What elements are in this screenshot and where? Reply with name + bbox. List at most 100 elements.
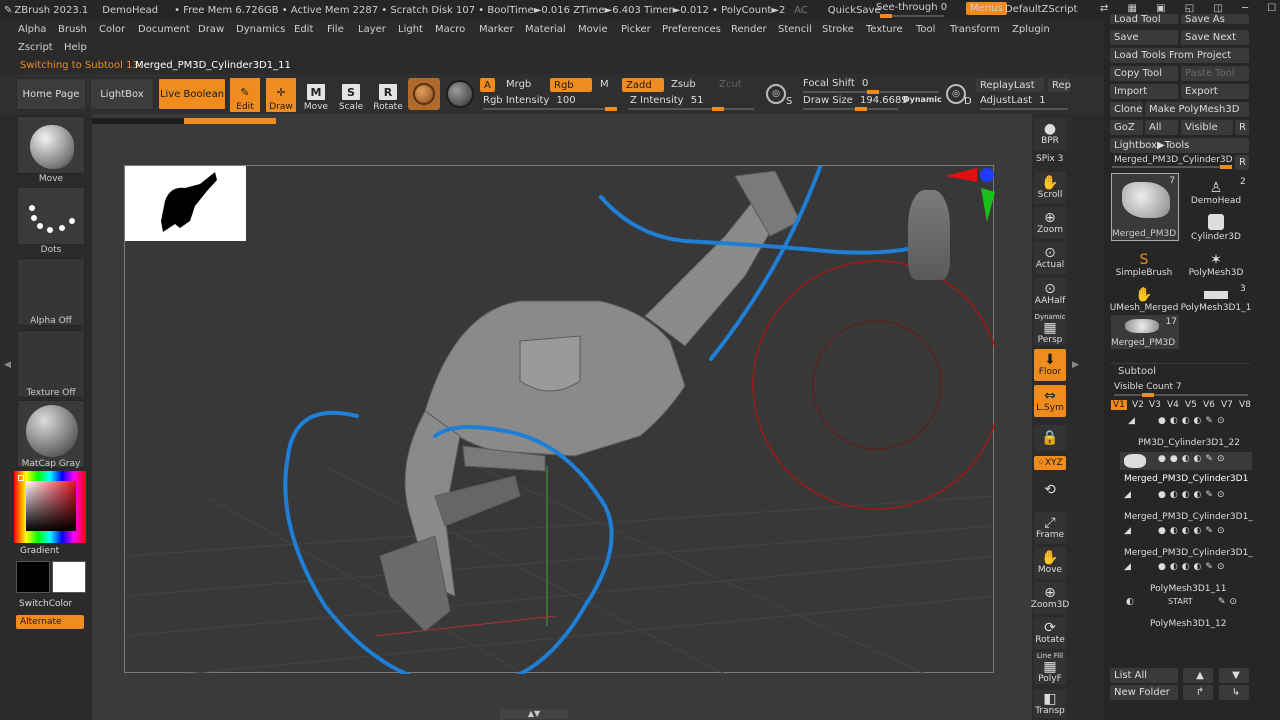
menu-zplugin[interactable]: Zplugin — [1012, 24, 1050, 35]
menu-file[interactable]: File — [327, 24, 344, 35]
live-boolean-button[interactable]: Live Boolean — [158, 78, 226, 110]
material-swatch-button[interactable] — [408, 78, 440, 110]
navigation-thumbnail[interactable] — [125, 166, 246, 241]
menu-macro[interactable]: Macro — [435, 24, 465, 35]
subtool-row[interactable]: ◢ ●◐◐◐✎⊙ PM3D_Cylinder3D1_22 — [1120, 416, 1252, 448]
polyf-button[interactable]: Line Fill ▦ PolyF — [1034, 652, 1066, 684]
secondary-color-swatch[interactable] — [52, 561, 86, 593]
adjust-last-slider[interactable] — [980, 108, 1068, 110]
menu-light[interactable]: Light — [398, 24, 423, 35]
scale-button[interactable]: S Scale — [336, 78, 366, 112]
quicksave-button[interactable]: QuickSave — [828, 5, 881, 16]
subtool-row[interactable]: ◢ ●◐◐◐✎⊙ Merged_PM3D_Cylinder3D1_ — [1120, 524, 1253, 558]
subtool-toggles-icon[interactable]: ●●◐◐✎⊙ — [1158, 454, 1229, 464]
version-v6-tab[interactable]: V6 — [1203, 400, 1215, 410]
visible-count-slider[interactable] — [1114, 393, 1248, 397]
a-button[interactable]: A — [480, 78, 495, 92]
tool-merged-17[interactable]: 17 Merged_PM3D — [1111, 315, 1179, 349]
floor-button[interactable]: ⬇ Floor — [1034, 349, 1066, 381]
home-page-button[interactable]: Home Page — [16, 78, 86, 110]
s-brush-icon[interactable]: ◎ — [766, 84, 786, 104]
tool-polymesh3d[interactable]: ✶ PolyMesh3D — [1182, 244, 1250, 278]
menu-edit[interactable]: Edit — [294, 24, 313, 35]
focal-shift-slider[interactable] — [803, 90, 939, 94]
rgb-intensity-label[interactable]: Rgb Intensity 100 — [483, 95, 576, 106]
subtool-header[interactable]: Subtool — [1110, 363, 1250, 379]
tool-simplebrush[interactable]: S SimpleBrush — [1110, 244, 1178, 278]
version-v1-tab[interactable]: V1 — [1111, 400, 1127, 410]
version-v5-tab[interactable]: V5 — [1185, 400, 1197, 410]
all-button[interactable]: All — [1145, 120, 1178, 135]
rep-button[interactable]: Rep — [1048, 78, 1071, 92]
z-intensity-slider[interactable] — [628, 107, 754, 111]
visible-count-label[interactable]: Visible Count 7 — [1114, 382, 1182, 392]
color-picker[interactable] — [14, 471, 86, 543]
lightbox-tools-button[interactable]: Lightbox▶Tools — [1110, 138, 1249, 153]
matcap-thumb[interactable] — [17, 400, 85, 468]
load-tool-button[interactable]: Load Tool — [1110, 14, 1178, 24]
zcut-button[interactable]: Zcut — [719, 79, 742, 90]
export-button[interactable]: Export — [1181, 84, 1249, 99]
default-zscript-button[interactable]: DefaultZScript — [1005, 4, 1077, 15]
switch-color-button[interactable]: SwitchColor — [19, 599, 72, 609]
gradient-label[interactable]: Gradient — [20, 546, 59, 556]
make-polymesh-button[interactable]: Make PolyMesh3D — [1145, 102, 1249, 117]
texture-sphere-button[interactable] — [446, 80, 474, 108]
move-up-button[interactable]: ▲ — [1183, 668, 1213, 683]
tool-cylinder3d[interactable]: Cylinder3D — [1182, 208, 1250, 242]
version-v7-tab[interactable]: V7 — [1221, 400, 1233, 410]
folder-up-button[interactable]: ↱ — [1183, 685, 1213, 700]
menu-tool[interactable]: Tool — [916, 24, 935, 35]
tool-thumb-merged[interactable]: 7 Merged_PM3D — [1111, 173, 1179, 241]
menu-brush[interactable]: Brush — [58, 24, 87, 35]
tool-umesh-merged[interactable]: ✋ UMesh_Merged — [1110, 279, 1179, 313]
dots-stroke-thumb[interactable] — [17, 187, 85, 245]
version-v8-tab[interactable]: V8 — [1239, 400, 1251, 410]
draw-size-slider[interactable] — [803, 107, 898, 111]
copy-tool-button[interactable]: Copy Tool — [1110, 66, 1178, 81]
d-brush-icon[interactable]: ◎ — [946, 84, 966, 104]
save-button[interactable]: Save — [1110, 30, 1178, 45]
z-intensity-label[interactable]: Z Intensity 51 — [630, 95, 703, 106]
menu-zscript[interactable]: Zscript — [18, 42, 53, 53]
r-button[interactable]: R — [1235, 120, 1249, 135]
subtool-toggles-icon[interactable]: ●◐◐◐✎⊙ — [1158, 562, 1229, 572]
subtool-toggles-icon[interactable]: ●◐◐◐✎⊙ — [1158, 526, 1229, 536]
menu-alpha[interactable]: Alpha — [18, 24, 46, 35]
scene-svg[interactable] — [125, 166, 995, 674]
focal-shift-label[interactable]: Focal Shift 0 — [803, 78, 868, 89]
frame-button[interactable]: ⤢ Frame — [1034, 512, 1066, 544]
subtool-toggles-icon[interactable]: ●◐◐◐✎⊙ — [1158, 416, 1229, 426]
save-next-button[interactable]: Save Next — [1181, 30, 1249, 45]
load-tools-from-project-button[interactable]: Load Tools From Project — [1110, 48, 1249, 63]
subtool-row[interactable]: ◐ START ✎⊙ PolyMesh3D1_12 — [1120, 595, 1252, 629]
version-v3-tab[interactable]: V3 — [1149, 400, 1161, 410]
bpr-button[interactable]: ● BPR — [1034, 118, 1066, 150]
menu-dynamics[interactable]: Dynamics — [236, 24, 285, 35]
rgb-button[interactable]: Rgb — [550, 78, 592, 92]
subtool-row[interactable]: ◢ ●◐◐◐✎⊙ PolyMesh3D1_11 — [1120, 560, 1252, 594]
persp-button[interactable]: Dynamic ▦ Persp — [1034, 313, 1066, 345]
transp-button[interactable]: ◧ Transp — [1034, 690, 1066, 718]
m-button[interactable]: M — [600, 79, 609, 90]
aahalf-button[interactable]: ⊙ AAHalf — [1034, 278, 1066, 310]
window-icons[interactable]: ⇄ ▦ ▣ ◱ ◫ ─ ☐ — [1100, 3, 1280, 14]
new-folder-button[interactable]: New Folder — [1110, 685, 1178, 700]
move-button[interactable]: M Move — [301, 78, 331, 112]
lightbox-button[interactable]: LightBox — [90, 78, 154, 110]
right-shelf-expander-icon[interactable]: ▶ — [1072, 360, 1080, 374]
menu-movie[interactable]: Movie — [578, 24, 608, 35]
lsym-button[interactable]: ⇔ L.Sym — [1034, 385, 1066, 417]
menu-transform[interactable]: Transform — [950, 24, 1000, 35]
zadd-button[interactable]: Zadd — [622, 78, 664, 92]
menu-help[interactable]: Help — [64, 42, 87, 53]
list-all-button[interactable]: List All — [1110, 668, 1178, 683]
lock-button[interactable]: 🔒 — [1034, 425, 1066, 451]
folder-down-button[interactable]: ↳ — [1219, 685, 1249, 700]
spix-setting[interactable]: SPix 3 — [1036, 154, 1063, 164]
save-as-button[interactable]: Save As — [1181, 14, 1249, 24]
zsub-button[interactable]: Zsub — [671, 79, 696, 90]
import-button[interactable]: Import — [1110, 84, 1178, 99]
menu-layer[interactable]: Layer — [358, 24, 386, 35]
rotate-view-button[interactable]: ⟳ Rotate — [1034, 617, 1066, 649]
